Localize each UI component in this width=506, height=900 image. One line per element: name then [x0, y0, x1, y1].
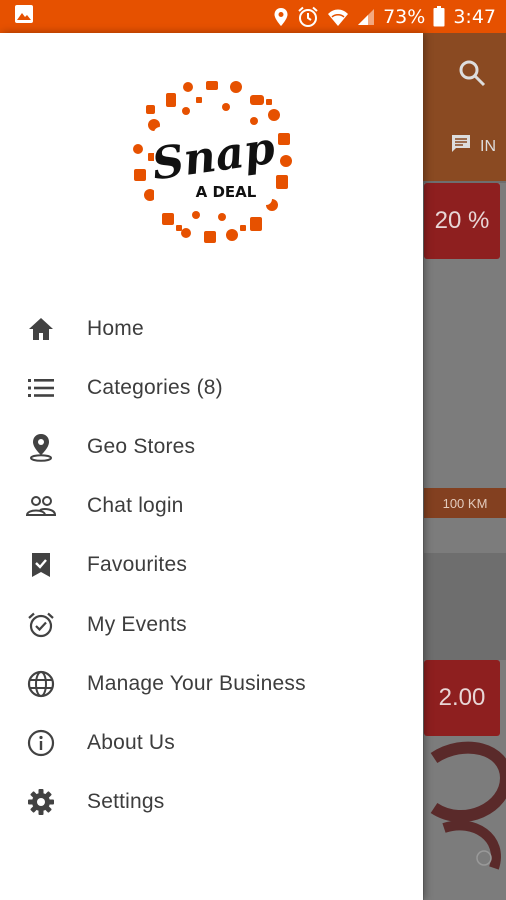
wifi-icon: [327, 7, 349, 27]
menu-item-label: Favourites: [87, 553, 188, 577]
snap-a-deal-logo: Snap A DEAL: [128, 77, 296, 245]
background-price-badge: 20 %: [424, 183, 500, 259]
menu-item-about-us[interactable]: About Us: [0, 713, 423, 772]
list-icon: [26, 373, 56, 403]
background-distance-label: 100 KM: [424, 488, 506, 518]
drawer-menu: Home Categories (8) Geo Stores Chat logi…: [0, 299, 423, 832]
clock-time: 3:47: [453, 5, 496, 28]
menu-item-label: About Us: [87, 730, 175, 754]
status-bar: 73% 3:47: [0, 0, 506, 33]
logo-tagline: A DEAL: [196, 183, 257, 201]
battery-percent: 73%: [383, 5, 426, 28]
people-icon: [26, 491, 56, 521]
menu-item-label: Categories (8): [87, 375, 223, 399]
menu-item-label: Geo Stores: [87, 434, 196, 458]
bookmark-check-icon: [26, 550, 56, 580]
location-pin-icon: [26, 432, 56, 462]
globe-icon: [26, 669, 56, 699]
chat-icon: [450, 133, 472, 160]
menu-item-chat-login[interactable]: Chat login: [0, 477, 423, 536]
location-icon: [273, 7, 289, 27]
menu-item-label: Manage Your Business: [87, 671, 306, 695]
menu-item-label: Chat login: [87, 494, 184, 518]
menu-item-categories[interactable]: Categories (8): [0, 358, 423, 417]
menu-item-geo-stores[interactable]: Geo Stores: [0, 417, 423, 476]
menu-item-home[interactable]: Home: [0, 299, 423, 358]
alarm-icon: [297, 6, 319, 28]
menu-item-label: Home: [87, 316, 144, 340]
menu-item-settings[interactable]: Settings: [0, 773, 423, 832]
menu-item-label: Settings: [87, 790, 165, 814]
menu-item-my-events[interactable]: My Events: [0, 595, 423, 654]
gear-icon: [26, 787, 56, 817]
background-chat-tab: IN: [450, 133, 496, 160]
background-price-badge: 2.00: [424, 660, 500, 736]
signal-icon: [357, 8, 375, 26]
chat-tab-label: IN: [480, 137, 496, 155]
image-notification-icon: [14, 4, 34, 29]
menu-item-manage-business[interactable]: Manage Your Business: [0, 654, 423, 713]
alarm-check-icon: [26, 610, 56, 640]
search-icon: [458, 59, 486, 92]
navigation-drawer: Snap A DEAL Home Categories (8) Geo Stor…: [0, 33, 423, 900]
home-icon: [26, 314, 56, 344]
background-card-art: [430, 741, 506, 870]
info-icon: [26, 728, 56, 758]
menu-item-label: My Events: [87, 612, 187, 636]
menu-item-favourites[interactable]: Favourites: [0, 536, 423, 595]
battery-icon: [433, 6, 445, 27]
